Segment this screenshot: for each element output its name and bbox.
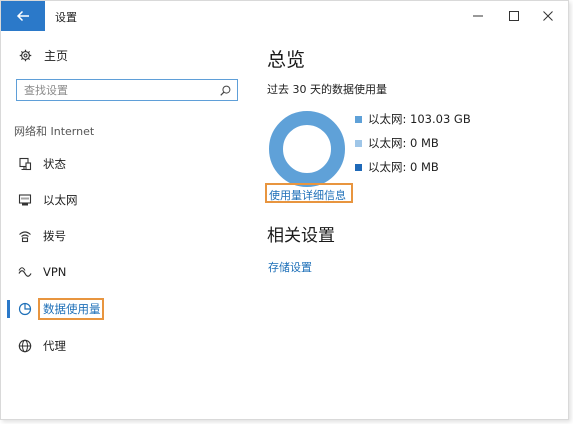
maximize-icon: [509, 11, 519, 21]
sidebar-item-vpn[interactable]: VPN: [1, 260, 256, 284]
data-usage-subtitle: 过去 30 天的数据使用量: [267, 83, 387, 96]
legend-label: 以太网: 0 MB: [368, 136, 439, 150]
settings-window: 设置 主页 查找设置 网络和 Internet 状态 以太网 拨号 VPN 数据…: [0, 0, 569, 420]
sidebar-item-label: 状态: [43, 157, 66, 171]
sidebar-item-status[interactable]: 状态: [1, 152, 256, 176]
highlight-box: [265, 183, 353, 203]
sidebar-item-dialup[interactable]: 拨号: [1, 224, 256, 248]
gear-icon: [19, 49, 32, 61]
sidebar-item-label: 以太网: [43, 193, 78, 207]
sidebar-item-label: 拨号: [43, 229, 66, 243]
donut-slice: [269, 111, 345, 187]
search-input[interactable]: 查找设置: [16, 79, 238, 101]
dialup-icon: [19, 231, 31, 243]
window-title: 设置: [55, 11, 77, 24]
search-placeholder: 查找设置: [24, 84, 68, 97]
highlight-box: [38, 298, 104, 320]
maximize-button[interactable]: [497, 1, 531, 31]
ethernet-icon: [18, 194, 32, 206]
related-settings-title: 相关设置: [267, 226, 335, 246]
sidebar-item-label: VPN: [43, 265, 67, 279]
sidebar-item-label: 代理: [43, 339, 66, 353]
minimize-icon: [473, 15, 483, 17]
sidebar: 主页 查找设置 网络和 Internet 状态 以太网 拨号 VPN 数据使用量…: [1, 31, 256, 419]
globe-icon: [18, 339, 32, 353]
home-nav-item[interactable]: 主页: [19, 45, 68, 65]
legend-item: 以太网: 0 MB: [355, 135, 439, 151]
sidebar-item-ethernet[interactable]: 以太网: [1, 188, 256, 212]
search-icon[interactable]: [220, 85, 231, 96]
vpn-icon: [18, 267, 32, 277]
legend-swatch: [355, 115, 362, 123]
page-title: 总览: [267, 49, 306, 71]
home-label: 主页: [44, 48, 69, 63]
legend-item: 以太网: 103.03 GB: [355, 111, 471, 127]
legend-label: 以太网: 103.03 GB: [368, 112, 471, 126]
legend-swatch: [355, 139, 362, 147]
status-icon: [19, 157, 32, 171]
legend-label: 以太网: 0 MB: [368, 160, 439, 174]
active-indicator: [7, 300, 10, 318]
data-usage-icon: [18, 302, 32, 316]
arrow-left-icon: [16, 10, 29, 22]
title-bar: 设置: [1, 1, 568, 31]
storage-settings-link[interactable]: 存储设置: [268, 259, 312, 275]
minimize-button[interactable]: [461, 1, 495, 31]
sidebar-item-proxy[interactable]: 代理: [1, 334, 256, 358]
main-content: 总览 过去 30 天的数据使用量 以太网: 103.03 GB 以太网: 0 M…: [265, 31, 567, 419]
legend-swatch: [355, 163, 362, 171]
section-label: 网络和 Internet: [14, 125, 95, 138]
back-button[interactable]: [1, 1, 45, 31]
close-button[interactable]: [531, 1, 565, 31]
close-icon: [543, 11, 553, 21]
data-usage-donut-chart: [269, 111, 345, 187]
legend-item: 以太网: 0 MB: [355, 159, 439, 175]
